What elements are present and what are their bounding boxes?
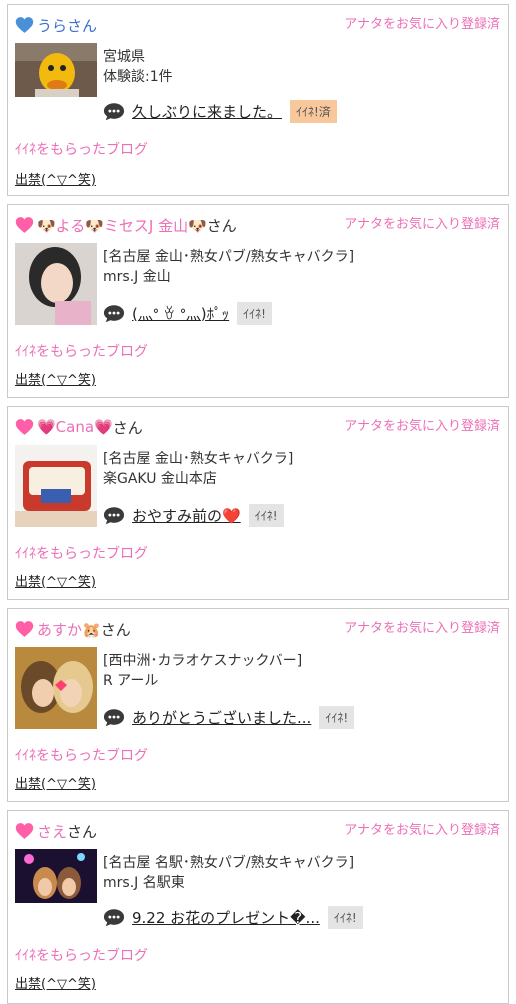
shift-link[interactable]: 出禁(^▽^笑)	[15, 973, 96, 992]
heart-icon	[15, 217, 34, 233]
shop-category: [名古屋 金山･熟女キャバクラ]	[103, 451, 294, 467]
heart-icon	[15, 419, 34, 435]
card-header: さえ さん	[15, 821, 97, 841]
card-header: うらさん	[15, 15, 97, 35]
shop-name: 楽GAKU 金山本店	[103, 471, 217, 487]
review-count: 体験談:1件	[103, 69, 173, 85]
user-info: [名古屋 金山･熟女キャバクラ] 楽GAKU 金山本店	[103, 449, 293, 489]
shop-name: mrs.J 名駅東	[103, 875, 185, 891]
speech-bubble-icon	[103, 506, 125, 524]
speech-bubble-icon	[103, 908, 125, 926]
shop-name: R アール	[103, 673, 159, 689]
honorific: さん	[206, 216, 237, 235]
blog-title-link[interactable]: おやすみ前の❤️	[132, 505, 241, 526]
user-name-link[interactable]: さえ	[37, 821, 67, 842]
user-location: 宮城県	[103, 49, 145, 65]
speech-bubble-icon	[103, 102, 125, 120]
user-info: [名古屋 名駅･熟女パブ/熟女キャバクラ] mrs.J 名駅東	[103, 853, 354, 893]
shop-category: [西中洲･カラオケスナックバー]	[103, 653, 303, 669]
shift-link[interactable]: 出禁(^▽^笑)	[15, 571, 96, 590]
blog-entry: (灬ᐤ ꈊ ᐤ灬)ﾎﾟｯ ｲｲﾈ!	[103, 301, 272, 325]
user-name-link[interactable]: あすか🐹	[37, 619, 101, 640]
shop-category: [名古屋 金山･熟女パブ/熟女キャバクラ]	[103, 249, 355, 265]
favorite-user-card: さえ さん アナタをお気に入り登録済 [名古屋 名駅･熟女パブ/熟女キャバクラ]…	[7, 810, 509, 1004]
shift-link[interactable]: 出禁(^▽^笑)	[15, 369, 96, 388]
shop-category: [名古屋 名駅･熟女パブ/熟女キャバクラ]	[103, 855, 355, 871]
favorite-user-card: 🐶よる🐶ミセスJ 金山🐶 さん アナタをお気に入り登録済 [名古屋 金山･熟女パ…	[7, 204, 509, 398]
blog-title-link[interactable]: (灬ᐤ ꈊ ᐤ灬)ﾎﾟｯ	[132, 303, 229, 324]
user-thumbnail[interactable]	[15, 849, 97, 903]
favorite-status: アナタをお気に入り登録済	[344, 217, 500, 232]
like-button[interactable]: ｲｲﾈ!	[319, 705, 355, 729]
blog-entry: 9.22 お花のプレゼント�... ｲｲﾈ!	[103, 905, 363, 929]
user-name-link[interactable]: うらさん	[37, 15, 97, 36]
blog-title-link[interactable]: 9.22 お花のプレゼント�...	[132, 907, 320, 928]
received-likes-link[interactable]: ｲｲﾈをもらったブログ	[15, 341, 148, 361]
blog-entry: 久しぶりに来ました。 ｲｲﾈ!済	[103, 99, 337, 123]
favorite-user-card: 💗Cana💗 さん アナタをお気に入り登録済 [名古屋 金山･熟女キャバクラ] …	[7, 406, 509, 600]
like-done-badge: ｲｲﾈ!済	[290, 99, 337, 123]
favorite-status: アナタをお気に入り登録済	[344, 823, 500, 838]
heart-icon	[15, 17, 34, 33]
user-name-link[interactable]: 🐶よる🐶ミセスJ 金山🐶	[37, 215, 207, 236]
honorific: さん	[67, 822, 98, 841]
card-header: 💗Cana💗 さん	[15, 417, 143, 437]
heart-icon	[15, 823, 34, 839]
favorite-status: アナタをお気に入り登録済	[344, 621, 500, 636]
favorite-status: アナタをお気に入り登録済	[344, 17, 500, 32]
shop-name: mrs.J 金山	[103, 269, 171, 285]
blog-title-link[interactable]: ありがとうございました...	[132, 707, 311, 728]
card-header: 🐶よる🐶ミセスJ 金山🐶 さん	[15, 215, 237, 235]
user-thumbnail[interactable]	[15, 43, 97, 97]
like-button[interactable]: ｲｲﾈ!	[327, 905, 363, 929]
received-likes-link[interactable]: ｲｲﾈをもらったブログ	[15, 139, 148, 159]
user-info: [名古屋 金山･熟女パブ/熟女キャバクラ] mrs.J 金山	[103, 247, 354, 287]
user-info: 宮城県 体験談:1件	[103, 47, 173, 87]
favorite-user-card: あすか🐹 さん アナタをお気に入り登録済 [西中洲･カラオケスナックバー] R …	[7, 608, 509, 802]
user-name-link[interactable]: 💗Cana💗	[37, 418, 113, 436]
shift-link[interactable]: 出禁(^▽^笑)	[15, 169, 96, 188]
user-thumbnail[interactable]	[15, 445, 97, 527]
user-thumbnail[interactable]	[15, 243, 97, 325]
like-button[interactable]: ｲｲﾈ!	[237, 301, 272, 325]
favorite-user-card: うらさん アナタをお気に入り登録済 宮城県 体験談:1件 久しぶりに来ました。 …	[7, 4, 509, 196]
shift-link[interactable]: 出禁(^▽^笑)	[15, 773, 96, 792]
honorific: さん	[112, 418, 143, 437]
received-likes-link[interactable]: ｲｲﾈをもらったブログ	[15, 543, 148, 563]
user-info: [西中洲･カラオケスナックバー] R アール	[103, 651, 302, 691]
blog-entry: おやすみ前の❤️ ｲｲﾈ!	[103, 503, 284, 527]
received-likes-link[interactable]: ｲｲﾈをもらったブログ	[15, 945, 148, 965]
blog-title-link[interactable]: 久しぶりに来ました。	[132, 101, 282, 122]
honorific: さん	[100, 620, 131, 639]
heart-icon	[15, 621, 34, 637]
favorite-status: アナタをお気に入り登録済	[344, 419, 500, 434]
speech-bubble-icon	[103, 304, 125, 322]
card-header: あすか🐹 さん	[15, 619, 131, 639]
received-likes-link[interactable]: ｲｲﾈをもらったブログ	[15, 745, 148, 765]
speech-bubble-icon	[103, 708, 125, 726]
user-thumbnail[interactable]	[15, 647, 97, 729]
like-button[interactable]: ｲｲﾈ!	[248, 503, 284, 527]
blog-entry: ありがとうございました... ｲｲﾈ!	[103, 705, 355, 729]
